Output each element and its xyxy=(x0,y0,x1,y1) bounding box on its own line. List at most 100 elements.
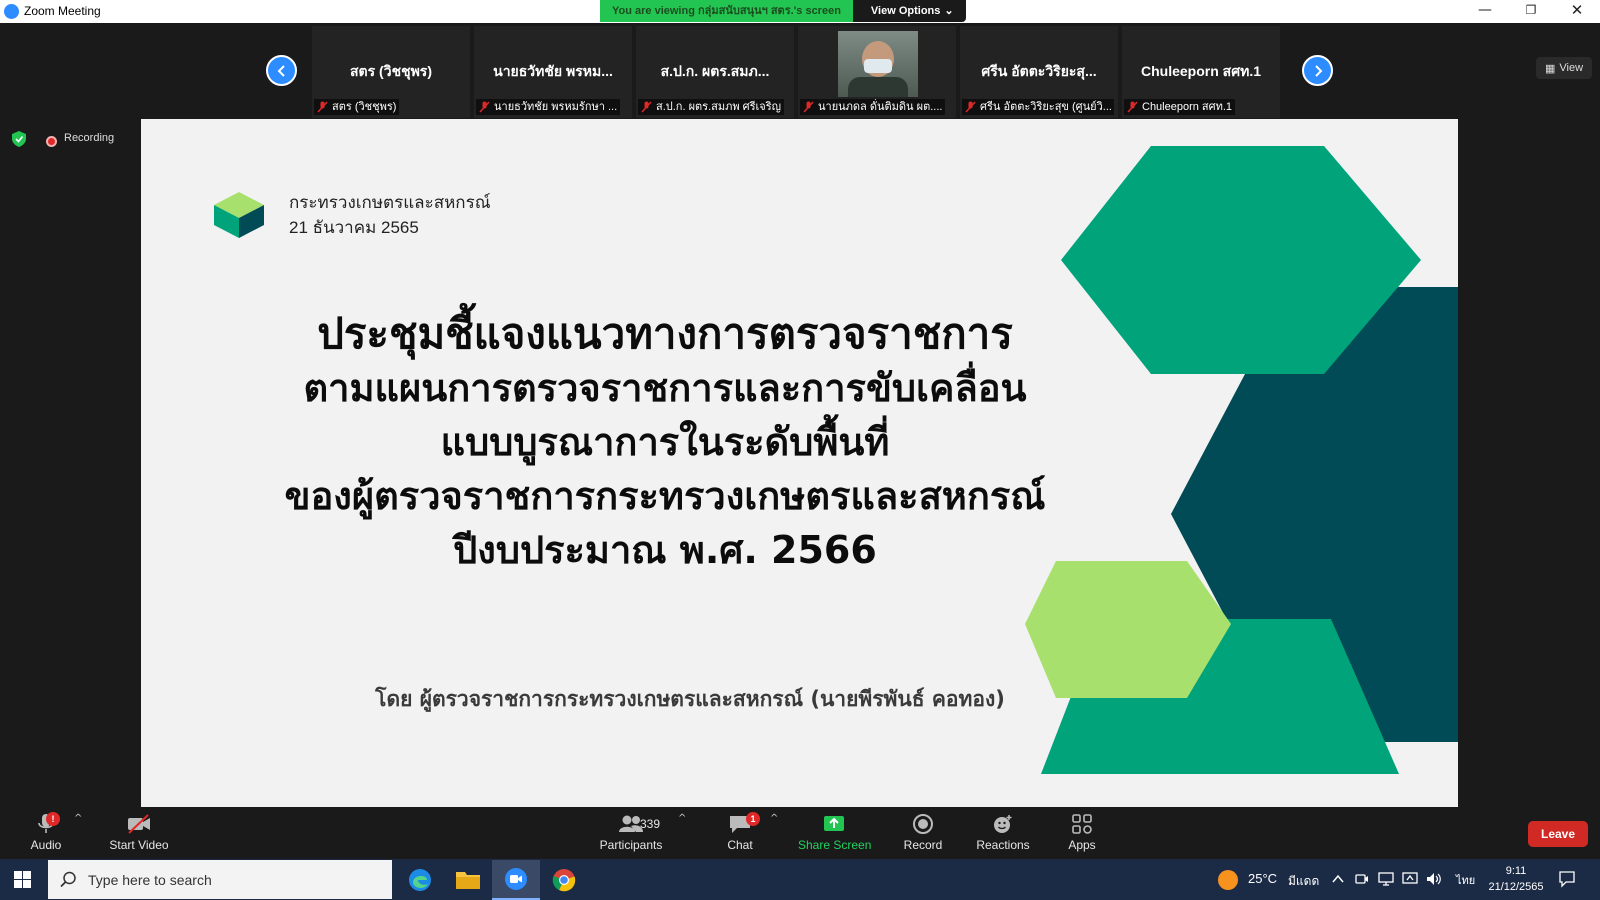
audio-warning-badge: ! xyxy=(46,812,60,826)
slide-date: 21 ธันวาคม 2565 xyxy=(289,218,419,237)
record-button[interactable]: Record xyxy=(900,813,946,857)
chevron-down-icon: ⌄ xyxy=(944,5,954,17)
restore-button[interactable]: ❐ xyxy=(1508,0,1554,23)
notification-icon[interactable] xyxy=(1558,870,1576,888)
network-icon[interactable] xyxy=(1378,871,1394,887)
participant-label-text: นายธวัทชัย พรหมรักษา ... xyxy=(494,101,618,113)
grid-view-icon: ▦ xyxy=(1544,62,1556,75)
window-titlebar: Zoom Meeting You are viewing กลุ่มสนับสน… xyxy=(0,0,1600,23)
share-screen-label: Share Screen xyxy=(798,838,872,852)
record-label: Record xyxy=(903,838,943,852)
edge-taskbar-icon[interactable] xyxy=(396,860,444,900)
record-icon xyxy=(913,814,933,834)
chevron-right-icon xyxy=(1314,64,1322,77)
reactions-button[interactable]: Reactions xyxy=(974,813,1032,857)
meeting-controls-bar: ! Audio ^ Start Video 339 Participants ^… xyxy=(0,807,1600,859)
apps-button[interactable]: Apps xyxy=(1060,813,1104,857)
view-options-button[interactable]: View Options ⌄ xyxy=(852,0,966,22)
participant-label: ส.ป.ก. ผตร.สมภพ ศรีเจริญ xyxy=(638,99,785,115)
participant-label: Chuleeporn สศท.1 xyxy=(1124,99,1236,115)
participant-strip: สตร (วิชชุพร) สตร (วิชชุพร) นายธวัทชัย พ… xyxy=(0,23,1600,118)
previous-page-button[interactable] xyxy=(266,55,297,86)
view-button-label: View xyxy=(1559,62,1584,74)
weather-temperature: 25°C xyxy=(1248,871,1278,886)
chrome-taskbar-icon[interactable] xyxy=(540,860,588,900)
slide-title-line: ปีงบประมาณ พ.ศ. 2566 xyxy=(453,528,877,572)
leave-button[interactable]: Leave xyxy=(1528,821,1588,847)
search-placeholder: Type here to search xyxy=(88,872,212,888)
participants-label: Participants xyxy=(599,838,663,852)
participants-options-caret[interactable]: ^ xyxy=(678,813,686,824)
shared-screen-slide: กระทรวงเกษตรและสหกรณ์ 21 ธันวาคม 2565 ปร… xyxy=(141,119,1458,807)
input-language[interactable]: ไทย xyxy=(1456,871,1475,889)
meet-now-icon[interactable] xyxy=(1354,871,1370,887)
clock-time: 9:11 xyxy=(1505,865,1527,877)
participants-button[interactable]: 339 Participants xyxy=(596,813,666,857)
recording-label: Recording xyxy=(64,132,115,144)
audio-options-caret[interactable]: ^ xyxy=(74,813,82,824)
participant-tile[interactable]: ส.ป.ก. ผตร.สมภ... ส.ป.ก. ผตร.สมภพ ศรีเจร… xyxy=(636,26,794,118)
share-screen-button[interactable]: Share Screen xyxy=(798,813,872,857)
participant-label-text: Chuleeporn สศท.1 xyxy=(1142,101,1233,113)
participant-label: ศรีน อัตตะวิริยะสุข (ศูนย์วิ... xyxy=(962,99,1114,115)
participant-name: นายธวัทชัย พรหม... xyxy=(493,63,613,79)
shield-icon[interactable] xyxy=(12,131,26,147)
viewing-banner: You are viewing กลุ่มสนับสนุนฯ สตร.'s sc… xyxy=(600,0,966,22)
zoom-icon xyxy=(505,868,527,890)
reactions-label: Reactions xyxy=(976,838,1030,852)
video-person-body xyxy=(848,77,908,97)
chat-button[interactable]: 1 Chat xyxy=(716,812,764,857)
mic-muted-icon xyxy=(965,101,976,113)
participant-name: Chuleeporn สศท.1 xyxy=(1140,63,1261,79)
recording-icon[interactable] xyxy=(46,136,57,147)
windows-start-icon[interactable] xyxy=(14,871,31,888)
participant-label: นายธวัทชัย พรหมรักษา ... xyxy=(476,99,621,115)
close-button[interactable]: ✕ xyxy=(1554,0,1600,23)
audio-button[interactable]: ! Audio xyxy=(26,812,66,857)
share-screen-icon xyxy=(824,816,844,831)
participant-tile[interactable]: นายนภดล ดั่นติมดิน ผต.... xyxy=(798,26,956,118)
chrome-icon xyxy=(552,869,576,892)
mic-muted-icon xyxy=(479,101,490,113)
start-video-label: Start Video xyxy=(109,838,169,852)
smiley-icon xyxy=(994,815,1012,833)
taskbar-clock[interactable]: 9:11 21/12/2565 xyxy=(1486,863,1546,895)
mic-muted-icon xyxy=(317,101,328,113)
file-explorer-taskbar-icon[interactable] xyxy=(444,860,492,900)
slide-title-line: ของผู้ตรวจราชการกระทรวงเกษตรและสหกรณ์ xyxy=(284,474,1046,518)
start-video-button[interactable]: Start Video xyxy=(104,813,174,857)
participant-name: ส.ป.ก. ผตร.สมภ... xyxy=(660,63,770,79)
participants-count: 339 xyxy=(640,817,661,831)
search-icon xyxy=(60,871,76,888)
display-icon[interactable] xyxy=(1402,871,1418,887)
chat-options-caret[interactable]: ^ xyxy=(770,813,778,824)
participant-tile[interactable]: นายธวัทชัย พรหม... นายธวัทชัย พรหมรักษา … xyxy=(474,26,632,118)
participant-label-text: สตร (วิชชุพร) xyxy=(332,101,397,113)
participant-tile[interactable]: สตร (วิชชุพร) สตร (วิชชุพร) xyxy=(312,26,470,118)
ministry-logo-icon xyxy=(214,192,264,238)
slide-title-line: ประชุมชี้แจงแนวทางการตรวจราชการ xyxy=(317,309,1013,358)
minimize-button[interactable]: — xyxy=(1462,0,1508,23)
zoom-taskbar-icon[interactable] xyxy=(492,860,540,900)
chat-label: Chat xyxy=(727,838,753,852)
next-page-button[interactable] xyxy=(1302,55,1333,86)
participant-name: ศรีน อัตตะวิริยะสุ... xyxy=(981,63,1097,79)
audio-label: Audio xyxy=(30,838,62,852)
participant-tile[interactable]: Chuleeporn สศท.1 Chuleeporn สศท.1 xyxy=(1122,26,1280,118)
participant-tile[interactable]: ศรีน อัตตะวิริยะสุ... ศรีน อัตตะวิริยะสุ… xyxy=(960,26,1118,118)
view-button[interactable]: ▦ View xyxy=(1536,57,1592,79)
taskbar-search-input[interactable]: Type here to search xyxy=(48,860,392,899)
mic-muted-icon xyxy=(1127,101,1138,113)
chevron-up-icon[interactable] xyxy=(1330,871,1346,887)
participant-video xyxy=(838,31,918,97)
slide-organization: กระทรวงเกษตรและสหกรณ์ xyxy=(289,193,491,212)
participant-label-text: นายนภดล ดั่นติมดิน ผต.... xyxy=(818,101,943,113)
slide-title-line: ตามแผนการตรวจราชการและการขับเคลื่อน xyxy=(303,366,1027,410)
weather-condition: มีแดด xyxy=(1288,874,1320,888)
slide-title-line: แบบบูรณาการในระดับพื้นที่ xyxy=(440,420,890,464)
chevron-left-icon xyxy=(277,64,285,77)
weather-sun-icon[interactable] xyxy=(1218,870,1238,890)
participant-label-text: ส.ป.ก. ผตร.สมภพ ศรีเจริญ xyxy=(656,101,782,113)
zoom-app-icon xyxy=(4,4,19,19)
volume-icon[interactable] xyxy=(1426,871,1442,887)
